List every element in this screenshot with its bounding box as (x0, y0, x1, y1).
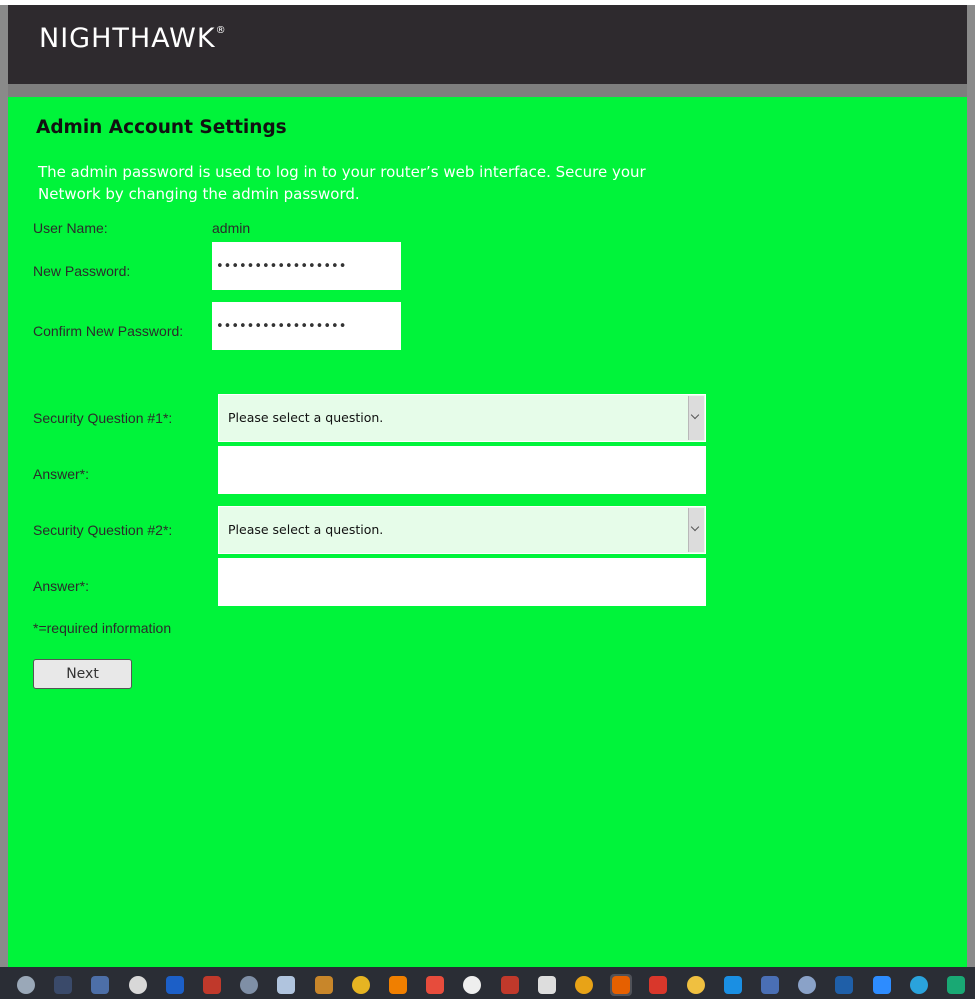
obs-icon-glyph (538, 976, 556, 994)
bear-icon-glyph (315, 976, 333, 994)
sync-icon-glyph (947, 976, 965, 994)
required-note: *=required information (33, 620, 172, 636)
dropdown-button[interactable] (688, 508, 704, 552)
gear-icon[interactable] (127, 974, 149, 996)
security-question-2-select[interactable]: Please select a question. (218, 506, 706, 554)
answer-2-label: Answer*: (33, 578, 90, 594)
answer-2-input[interactable] (218, 558, 706, 606)
system-monitor-icon[interactable] (15, 974, 37, 996)
ccleaner-icon[interactable] (164, 974, 186, 996)
clock-icon-glyph (91, 976, 109, 994)
video-editor-icon[interactable] (461, 974, 483, 996)
reader-icon[interactable] (647, 974, 669, 996)
admin-settings-panel: Admin Account Settings The admin passwor… (8, 97, 967, 967)
messenger-icon[interactable] (759, 974, 781, 996)
file-explorer-icon[interactable] (350, 974, 372, 996)
next-button[interactable]: Next (33, 659, 132, 689)
chrome-icon[interactable] (573, 974, 595, 996)
page-title: Admin Account Settings (36, 117, 287, 138)
video-editor-icon-glyph (463, 976, 481, 994)
chevron-down-icon (690, 410, 700, 420)
screen-recorder-icon[interactable] (424, 974, 446, 996)
messenger-icon-glyph (761, 976, 779, 994)
answer-1-input[interactable] (218, 446, 706, 494)
clock-icon[interactable] (89, 974, 111, 996)
lips-icon[interactable] (499, 974, 521, 996)
gear-icon-glyph (129, 976, 147, 994)
network-icon[interactable] (796, 974, 818, 996)
firefox-icon[interactable] (610, 974, 632, 996)
facebook-icon-glyph (835, 976, 853, 994)
security-question-1-value: Please select a question. (228, 410, 384, 425)
taskbar (0, 967, 975, 999)
network-icon-glyph (798, 976, 816, 994)
paint-icon[interactable] (238, 974, 260, 996)
reader-icon-glyph (649, 976, 667, 994)
security-question-2-value: Please select a question. (228, 522, 384, 537)
dropdown-button[interactable] (688, 396, 704, 440)
skype-icon[interactable] (722, 974, 744, 996)
zoom-icon[interactable] (871, 974, 893, 996)
speedometer-icon-glyph (54, 976, 72, 994)
new-password-label: New Password: (33, 263, 131, 279)
confirm-password-label: Confirm New Password: (33, 323, 184, 339)
paint-icon-glyph (240, 976, 258, 994)
ccleaner-icon-glyph (166, 976, 184, 994)
screen-recorder-icon-glyph (426, 976, 444, 994)
game-icon-glyph (687, 976, 705, 994)
radar-icon-glyph (277, 976, 295, 994)
zoom-icon-glyph (873, 976, 891, 994)
file-explorer-icon-glyph (352, 976, 370, 994)
sync-icon[interactable] (945, 974, 967, 996)
facebook-icon[interactable] (833, 974, 855, 996)
telegram-icon-glyph (910, 976, 928, 994)
new-password-input[interactable] (212, 242, 401, 290)
vlc-icon-glyph (389, 976, 407, 994)
skype-icon-glyph (724, 976, 742, 994)
radar-icon[interactable] (275, 974, 297, 996)
obs-icon[interactable] (536, 974, 558, 996)
username-label: User Name: (33, 220, 108, 236)
vlc-icon[interactable] (387, 974, 409, 996)
firefox-icon-glyph (612, 976, 630, 994)
security-question-2-label: Security Question #2*: (33, 522, 173, 538)
browser-page: NIGHTHAWK® Admin Account Settings The ad… (0, 0, 975, 999)
system-monitor-icon-glyph (17, 976, 35, 994)
security-question-1-label: Security Question #1*: (33, 410, 173, 426)
header-divider (8, 84, 967, 97)
router-header: NIGHTHAWK® (8, 5, 967, 84)
nighthawk-logo: NIGHTHAWK® (39, 23, 227, 54)
intro-text: The admin password is used to log in to … (38, 163, 646, 203)
speedometer-icon[interactable] (52, 974, 74, 996)
answer-1-label: Answer*: (33, 466, 90, 482)
chevron-down-icon (690, 522, 700, 532)
confirm-password-input[interactable] (212, 302, 401, 350)
game-icon[interactable] (685, 974, 707, 996)
phone-transfer-icon-glyph (203, 976, 221, 994)
username-value: admin (212, 220, 251, 236)
security-question-1-select[interactable]: Please select a question. (218, 394, 706, 442)
lips-icon-glyph (501, 976, 519, 994)
chrome-icon-glyph (575, 976, 593, 994)
phone-transfer-icon[interactable] (201, 974, 223, 996)
telegram-icon[interactable] (908, 974, 930, 996)
bear-icon[interactable] (313, 974, 335, 996)
